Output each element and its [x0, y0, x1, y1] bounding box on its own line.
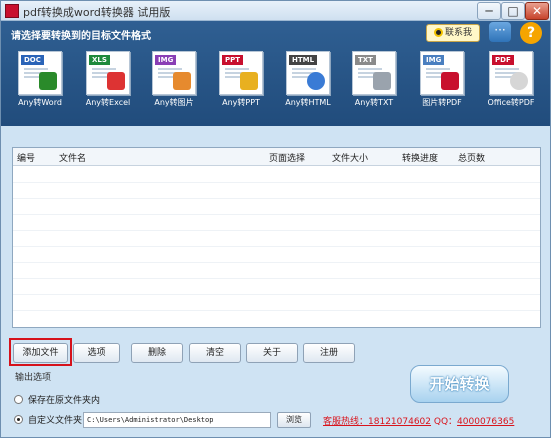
- row-divider: [13, 182, 540, 183]
- row-divider: [13, 310, 540, 311]
- tool-tag: IMG: [423, 55, 445, 65]
- tool-any-to-image[interactable]: IMG Any转图片: [149, 49, 199, 111]
- tool-tag: TXT: [355, 55, 376, 65]
- browse-button[interactable]: 浏览: [277, 412, 311, 428]
- txt-doc-icon: TXT: [352, 51, 396, 95]
- ppt-doc-icon: PPT: [219, 51, 263, 95]
- about-button[interactable]: 关于: [246, 343, 298, 363]
- tool-tag: PDF: [492, 55, 514, 65]
- column-header[interactable]: 文件名: [59, 151, 86, 164]
- help-icon[interactable]: ?: [520, 22, 542, 44]
- custom-folder-label[interactable]: 自定义文件夹: [28, 413, 82, 426]
- minimize-button[interactable]: ─: [477, 2, 501, 20]
- tool-label: 图片转PDF: [422, 98, 462, 107]
- column-header[interactable]: 总页数: [458, 151, 485, 164]
- support-hotline: 客服热线：18121074602 QQ：4000076365: [323, 414, 514, 427]
- row-divider: [13, 262, 540, 263]
- contact-qq-button[interactable]: 联系我: [426, 24, 480, 42]
- html-doc-icon: HTML: [286, 51, 330, 95]
- column-header[interactable]: 页面选择: [269, 151, 305, 164]
- tool-tag: IMG: [155, 55, 177, 65]
- start-convert-button[interactable]: 开始转换: [410, 365, 509, 403]
- row-divider: [13, 294, 540, 295]
- delete-button[interactable]: 删除: [131, 343, 183, 363]
- save-in-source-radio[interactable]: [14, 395, 23, 404]
- chat-icon[interactable]: ···: [489, 22, 511, 42]
- qq-label: QQ：: [431, 417, 458, 427]
- row-divider: [13, 214, 540, 215]
- word-doc-icon: DOC: [18, 51, 62, 95]
- column-header[interactable]: 文件大小: [332, 151, 368, 164]
- image-doc-icon: IMG: [152, 51, 196, 95]
- register-button[interactable]: 注册: [303, 343, 355, 363]
- hotline-label: 客服热线：: [323, 417, 369, 427]
- file-list-table[interactable]: 编号 文件名 页面选择 文件大小 转换进度 总页数: [12, 147, 541, 328]
- tool-label: Any转图片: [154, 98, 194, 107]
- options-button[interactable]: 选项: [73, 343, 120, 363]
- tool-image-to-pdf[interactable]: IMG 图片转PDF: [417, 49, 467, 111]
- tool-any-to-txt[interactable]: TXT Any转TXT: [349, 49, 399, 111]
- image-pdf-icon: IMG: [420, 51, 464, 95]
- tool-tag: DOC: [21, 55, 44, 65]
- tool-label: Office转PDF: [487, 98, 535, 107]
- save-in-source-label[interactable]: 保存在原文件夹内: [28, 393, 100, 406]
- tool-any-to-excel[interactable]: XLS Any转Excel: [83, 49, 133, 111]
- column-header[interactable]: 转换进度: [402, 151, 438, 164]
- row-divider: [13, 198, 540, 199]
- contact-qq-label: 联系我: [444, 28, 472, 38]
- app-icon: [5, 4, 19, 18]
- maximize-button[interactable]: □: [501, 2, 525, 20]
- excel-doc-icon: XLS: [86, 51, 130, 95]
- tool-any-to-ppt[interactable]: PPT Any转PPT: [216, 49, 266, 111]
- tool-office-to-pdf[interactable]: PDF Office转PDF: [486, 49, 536, 111]
- tool-label: Any转Excel: [85, 98, 131, 107]
- row-divider: [13, 246, 540, 247]
- row-divider: [13, 230, 540, 231]
- output-path-field[interactable]: C:\Users\Administrator\Desktop: [83, 412, 271, 428]
- table-header: 编号 文件名 页面选择 文件大小 转换进度 总页数: [13, 148, 540, 166]
- format-banner: 请选择要转换到的目标文件格式 联系我 ··· ? DOC Any转Word XL…: [1, 21, 550, 126]
- add-file-button[interactable]: 添加文件: [13, 343, 68, 363]
- column-header[interactable]: 编号: [17, 151, 35, 164]
- pdf-doc-icon: PDF: [489, 51, 533, 95]
- main-window: pdf转换成word转换器 试用版 ─ □ ✕ 请选择要转换到的目标文件格式 联…: [0, 0, 551, 438]
- tool-tag: XLS: [89, 55, 110, 65]
- custom-folder-radio[interactable]: [14, 415, 23, 424]
- hotline-phone: 18121074602: [368, 417, 432, 427]
- tool-label: Any转HTML: [285, 98, 331, 107]
- tool-tag: PPT: [222, 55, 244, 65]
- close-button[interactable]: ✕: [525, 2, 549, 20]
- tool-label: Any转PPT: [222, 98, 260, 107]
- qq-number: 4000076365: [457, 417, 515, 427]
- title-bar: pdf转换成word转换器 试用版 ─ □ ✕: [1, 1, 550, 21]
- tool-any-to-word[interactable]: DOC Any转Word: [15, 49, 65, 111]
- window-title: pdf转换成word转换器 试用版: [23, 6, 171, 19]
- clear-button[interactable]: 清空: [189, 343, 241, 363]
- row-divider: [13, 278, 540, 279]
- tool-label: Any转Word: [18, 98, 62, 107]
- tool-tag: HTML: [289, 55, 318, 65]
- qq-icon: [433, 28, 443, 37]
- output-options-label: 输出选项: [15, 373, 52, 383]
- banner-instruction: 请选择要转换到的目标文件格式: [11, 31, 151, 42]
- tool-any-to-html[interactable]: HTML Any转HTML: [283, 49, 333, 111]
- tool-label: Any转TXT: [354, 98, 394, 107]
